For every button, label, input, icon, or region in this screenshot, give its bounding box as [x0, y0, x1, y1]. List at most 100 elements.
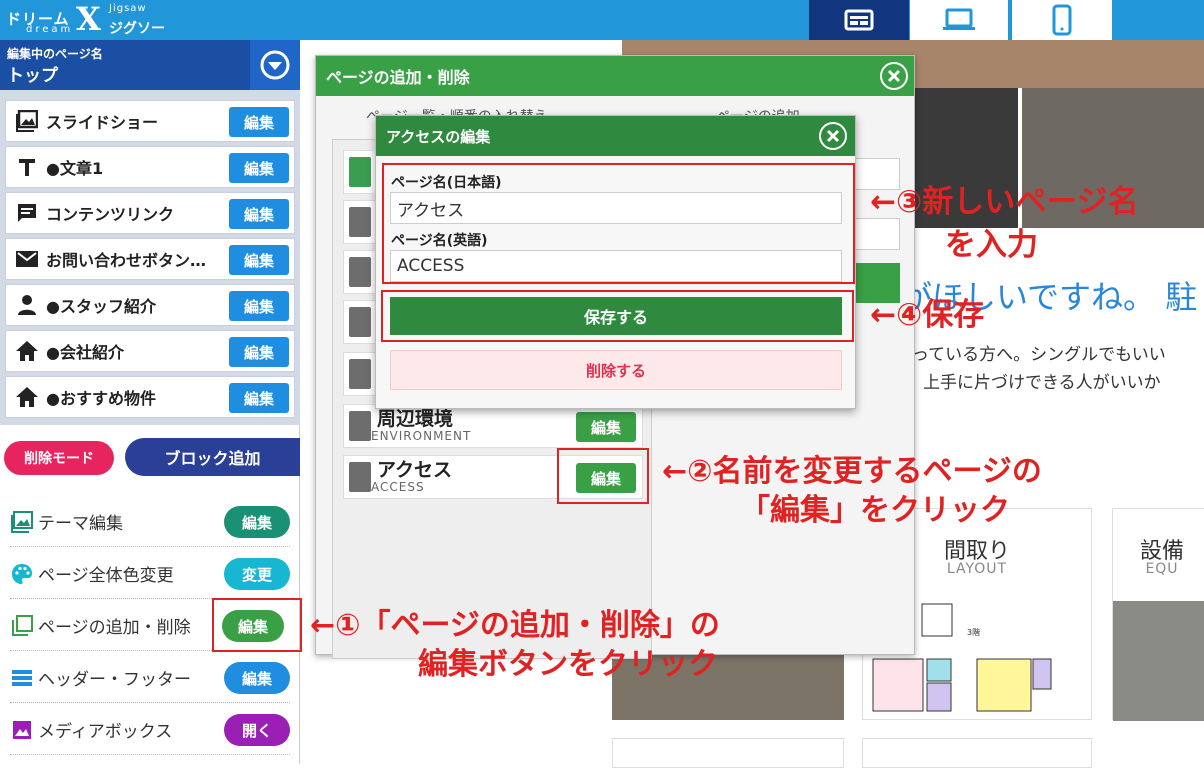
annotation-step4: ←④保存 — [870, 297, 985, 333]
delete-button[interactable]: 削除する — [390, 350, 842, 390]
block-label: お問い合わせボタン… — [46, 251, 207, 270]
add-block-button[interactable]: ブロック追加 — [125, 438, 300, 476]
block-label: コンテンツリンク — [46, 205, 175, 224]
bookmark-icon — [349, 411, 371, 441]
current-page-label: 編集中のページ名 — [7, 47, 103, 61]
highlight-box — [381, 290, 854, 342]
block-item[interactable]: ●おすすめ物件 編集 — [5, 376, 295, 418]
block-label: ●おすすめ物件 — [46, 389, 156, 408]
block-item[interactable]: ●文章1 編集 — [5, 146, 295, 188]
block-edit-button[interactable]: 編集 — [229, 245, 289, 275]
option-theme-edit[interactable]: テーマ編集 編集 — [10, 497, 290, 547]
logo-dream: dream — [26, 24, 74, 35]
chevron-down-circle-icon — [260, 50, 290, 80]
bookmark-icon — [349, 257, 371, 287]
tablet-layout-icon — [844, 9, 874, 31]
logo-text-jigsaw: ジグソー — [109, 21, 165, 37]
annotation-step2: 「編集」をクリック — [740, 493, 1010, 528]
annotation-step1: 編集ボタンをクリック — [418, 647, 718, 682]
option-label: ヘッダー・フッター — [38, 670, 191, 690]
page-add-en-field[interactable] — [855, 218, 900, 250]
annotation-step1: ←①「ページの追加・削除」の — [310, 608, 720, 643]
block-label: ●文章1 — [46, 159, 104, 178]
preview-text-line: 上手に片づけできる人がいいか — [923, 373, 1161, 393]
option-label: ページの追加・削除 — [38, 618, 191, 638]
card-subtitle: EQU — [1145, 561, 1179, 577]
close-button[interactable] — [819, 122, 847, 150]
mail-icon — [14, 246, 40, 272]
block-item[interactable]: お問い合わせボタン… 編集 — [5, 238, 295, 280]
bookmark-icon — [349, 359, 371, 389]
block-edit-button[interactable]: 編集 — [229, 107, 289, 137]
image-icon — [10, 510, 34, 533]
block-item[interactable]: ●スタッフ紹介 編集 — [5, 284, 295, 326]
header-footer-icon — [10, 667, 34, 689]
dialog-header: ページの追加・削除 — [316, 56, 914, 96]
bookmark-icon — [349, 207, 371, 237]
media-box-open-button[interactable]: 開く — [224, 714, 290, 746]
block-item[interactable]: ●会社紹介 編集 — [5, 330, 295, 372]
block-item[interactable]: スライドショー 編集 — [5, 100, 295, 142]
home-icon — [14, 338, 40, 364]
close-button[interactable] — [880, 62, 908, 90]
block-label: ●会社紹介 — [46, 343, 124, 362]
close-icon — [826, 129, 840, 143]
page-name-en: ACCESS — [371, 480, 425, 494]
page-name: 周辺環境 — [377, 408, 454, 430]
dialog-title: アクセスの編集 — [386, 127, 491, 146]
page-name-en: ENVIRONMENT — [371, 429, 472, 443]
option-label: メディアボックス — [38, 722, 173, 742]
palette-icon — [10, 563, 34, 585]
option-header-footer[interactable]: ヘッダー・フッター 編集 — [10, 653, 290, 703]
page-select-dropdown[interactable] — [250, 40, 300, 90]
page-edit-button[interactable]: 編集 — [576, 412, 636, 442]
page-name: アクセス — [377, 459, 453, 481]
device-tab-tablet[interactable] — [809, 0, 909, 40]
block-edit-button[interactable]: 編集 — [229, 153, 289, 183]
media-icon — [10, 719, 34, 741]
bookmark-icon — [349, 462, 371, 492]
current-page-header: 編集中のページ名 トップ — [0, 40, 300, 90]
block-edit-button[interactable]: 編集 — [229, 199, 289, 229]
block-edit-button[interactable]: 編集 — [229, 337, 289, 367]
image-icon — [14, 108, 40, 134]
bookmark-icon — [349, 157, 371, 187]
page-list-item[interactable]: 周辺環境 ENVIRONMENT 編集 — [343, 404, 643, 448]
logo-jigsaw: Jigsaw — [109, 3, 147, 14]
message-icon — [14, 200, 40, 226]
dialog-header: アクセスの編集 — [376, 116, 855, 156]
logo-x: X — [76, 0, 101, 38]
svg-text:3階: 3階 — [967, 627, 980, 637]
delete-mode-button[interactable]: 削除モード — [4, 441, 114, 475]
option-page-color[interactable]: ページ全体色変更 変更 — [10, 549, 290, 599]
home-icon — [14, 384, 40, 410]
page-color-change-button[interactable]: 変更 — [224, 558, 290, 590]
bookmark-icon — [349, 307, 371, 337]
highlight-box — [382, 163, 855, 284]
person-icon — [14, 292, 40, 318]
equipment-photo — [1113, 601, 1204, 721]
header-footer-edit-button[interactable]: 編集 — [224, 662, 290, 694]
close-icon — [887, 69, 901, 83]
block-edit-button[interactable]: 編集 — [229, 291, 289, 321]
option-label: テーマ編集 — [38, 514, 123, 534]
block-label: スライドショー — [46, 113, 159, 132]
highlight-box — [557, 448, 649, 504]
block-edit-button[interactable]: 編集 — [229, 383, 289, 413]
device-tab-laptop[interactable] — [910, 0, 1010, 40]
preview-card-equipment[interactable]: 設備 EQU — [1112, 508, 1204, 721]
pages-icon — [10, 614, 34, 637]
theme-edit-button[interactable]: 編集 — [224, 506, 290, 538]
current-page-name: トップ — [7, 66, 58, 86]
phone-icon — [1052, 4, 1072, 36]
preview-text-line: っている方へ。シングルでもいい — [912, 345, 1166, 365]
annotation-step3: を入力 — [945, 227, 1038, 263]
option-media-box[interactable]: メディアボックス 開く — [10, 705, 290, 755]
block-list: スライドショー 編集 ●文章1 編集 コンテンツリンク 編集 お問い合わせボタン… — [0, 90, 300, 425]
block-label: ●スタッフ紹介 — [46, 297, 156, 316]
laptop-icon — [943, 8, 975, 30]
annotation-step3: ←③新しいページ名 — [870, 184, 1139, 220]
device-tab-phone[interactable] — [1012, 0, 1112, 40]
block-item[interactable]: コンテンツリンク 編集 — [5, 192, 295, 234]
app-logo[interactable]: ドリーム X Jigsaw ジグソー dream — [6, 0, 171, 38]
